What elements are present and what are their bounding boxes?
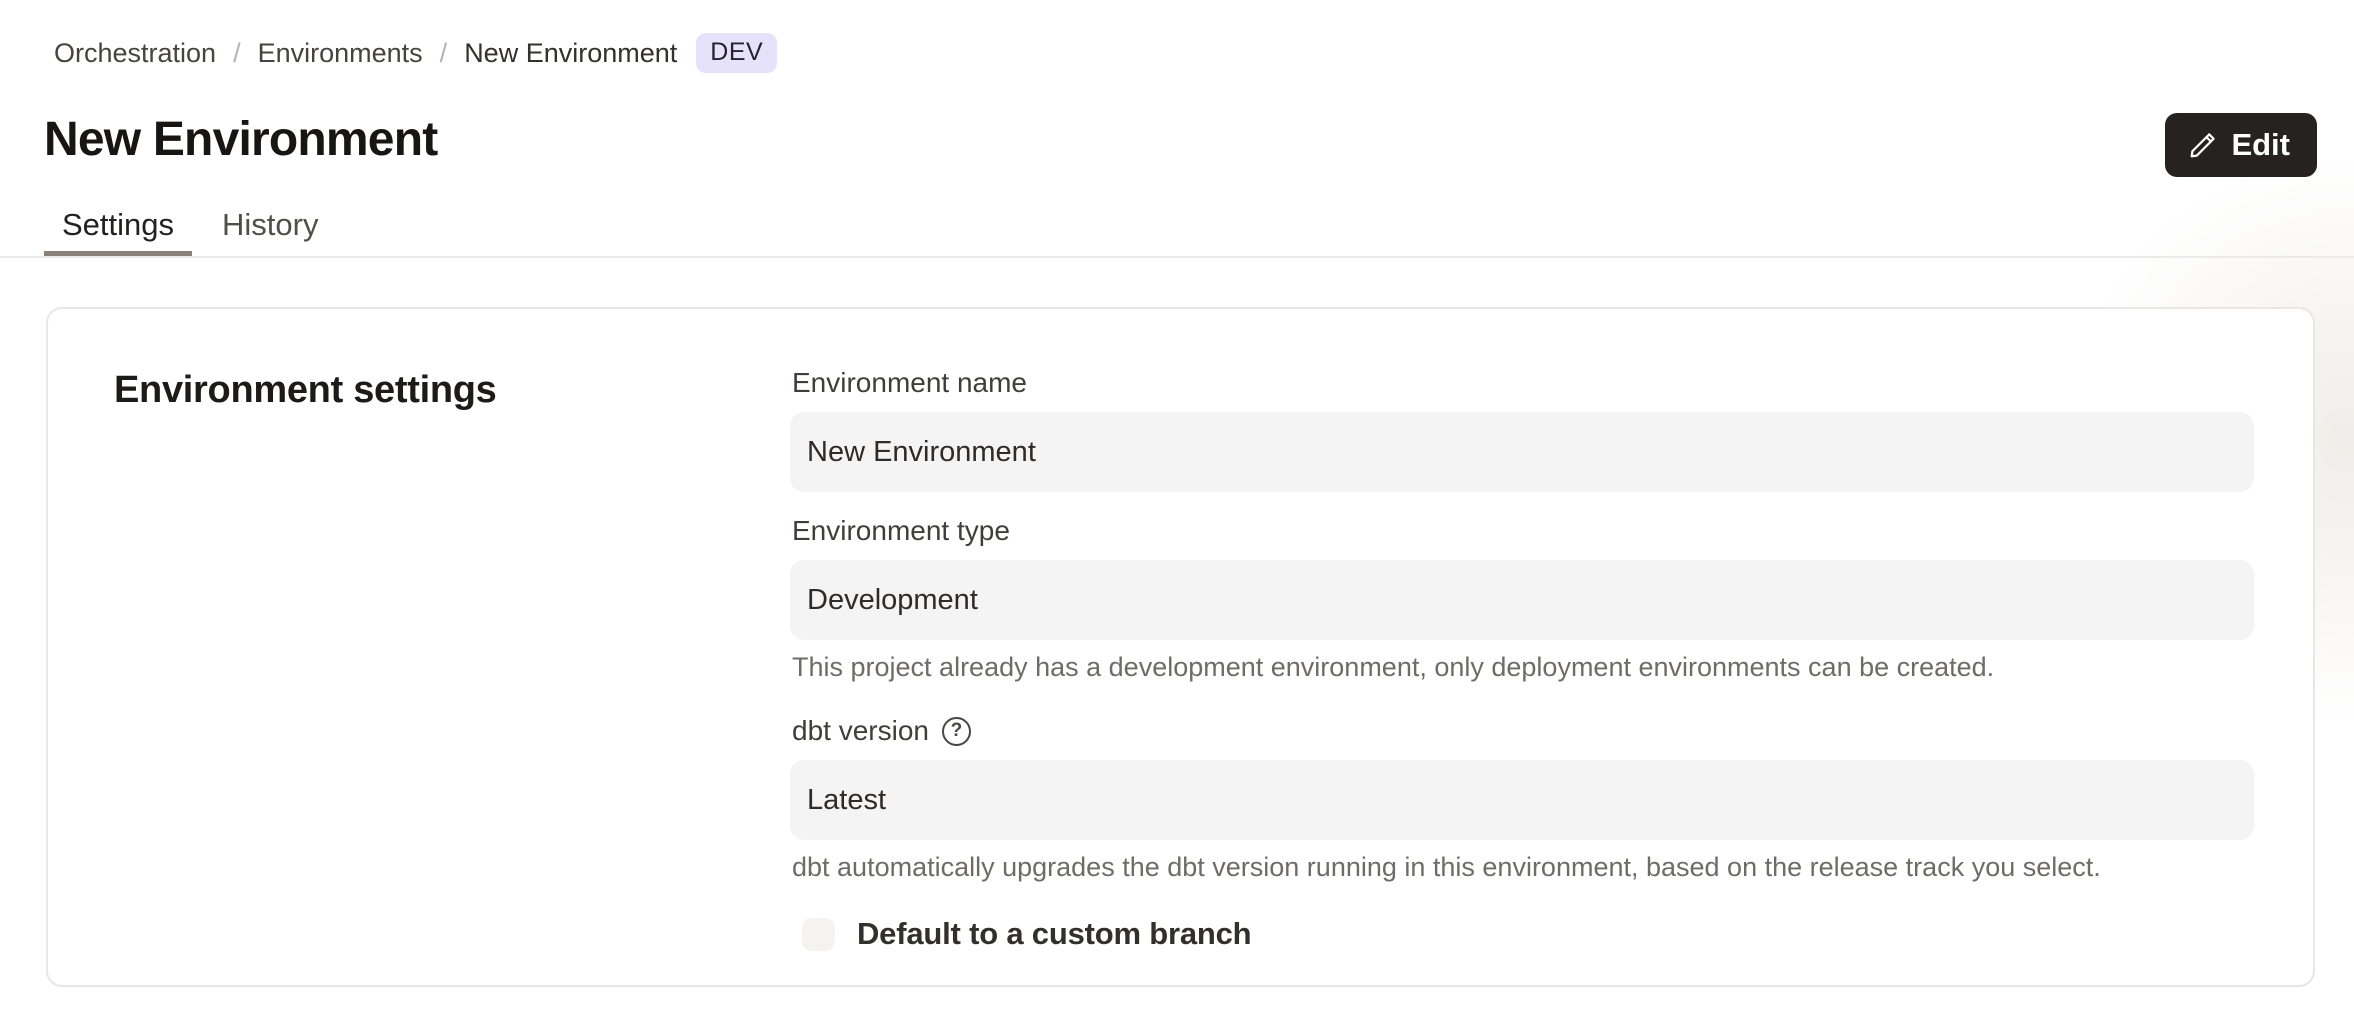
field-environment-name: Environment name New Environment — [790, 366, 2254, 492]
breadcrumb-item-orchestration[interactable]: Orchestration — [54, 38, 216, 69]
edit-button[interactable]: Edit — [2165, 113, 2317, 177]
question-circle-icon[interactable]: ? — [942, 717, 971, 746]
breadcrumb-separator: / — [233, 38, 241, 69]
breadcrumb-item-new-environment[interactable]: New Environment — [464, 38, 677, 69]
breadcrumb-separator: / — [440, 38, 448, 69]
custom-branch-checkbox — [802, 918, 835, 951]
dbt-version-input: Latest — [790, 760, 2254, 840]
tab-history[interactable]: History — [204, 193, 336, 256]
environment-settings-card: Environment settings Environment name Ne… — [46, 307, 2315, 987]
environment-name-input: New Environment — [790, 412, 2254, 492]
custom-branch-row: Default to a custom branch — [802, 916, 2254, 952]
breadcrumb: Orchestration / Environments / New Envir… — [54, 33, 777, 73]
edit-button-label: Edit — [2231, 127, 2290, 163]
card-heading: Environment settings — [114, 369, 497, 412]
custom-branch-label: Default to a custom branch — [857, 916, 1251, 952]
dbt-version-helper-text: dbt automatically upgrades the dbt versi… — [792, 850, 2254, 884]
environment-type-helper-text: This project already has a development e… — [792, 650, 2254, 684]
environment-settings-form: Environment name New Environment Environ… — [790, 366, 2254, 952]
pencil-icon — [2188, 130, 2218, 160]
page-title: New Environment — [44, 112, 437, 167]
field-environment-type: Environment type Development This projec… — [790, 514, 2254, 684]
environment-name-label: Environment name — [792, 366, 2254, 400]
environment-type-label: Environment type — [792, 514, 2254, 548]
tab-settings[interactable]: Settings — [44, 193, 192, 256]
environment-type-input: Development — [790, 560, 2254, 640]
breadcrumb-item-environments[interactable]: Environments — [258, 38, 423, 69]
field-dbt-version: dbt version ? Latest dbt automatically u… — [790, 714, 2254, 884]
environment-dev-badge: DEV — [696, 33, 777, 73]
dbt-version-label: dbt version — [792, 714, 929, 748]
tab-bar: Settings History — [0, 193, 2354, 258]
